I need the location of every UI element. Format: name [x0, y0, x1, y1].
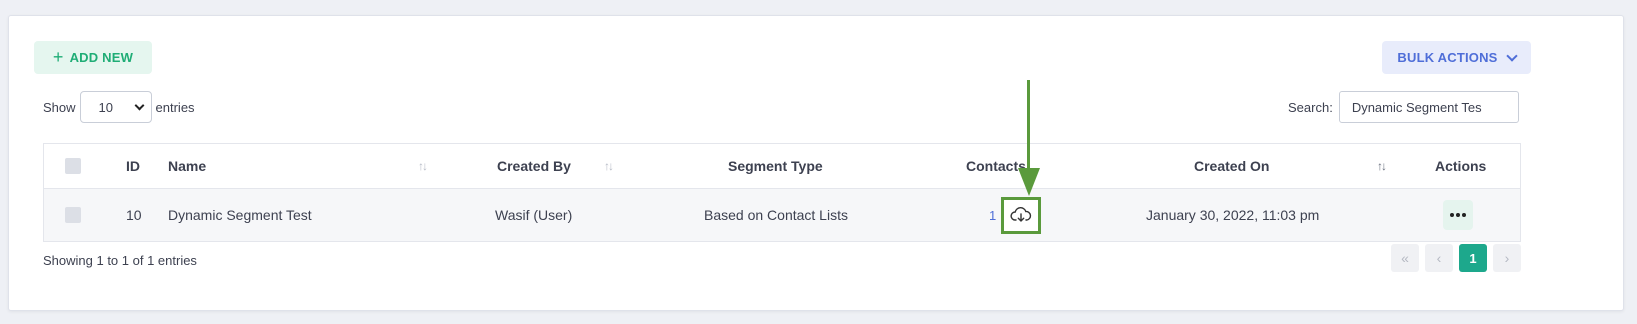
add-new-label: ADD NEW	[69, 50, 134, 65]
table-info: Showing 1 to 1 of 1 entries	[43, 253, 197, 268]
page-button-current[interactable]: 1	[1459, 244, 1487, 272]
row-checkbox[interactable]	[65, 207, 81, 223]
column-header-contacts: Contacts	[966, 158, 1026, 174]
entries-select[interactable]: 10	[79, 91, 152, 123]
column-header-created-on[interactable]: Created On	[1194, 158, 1269, 174]
cell-created-on: January 30, 2022, 11:03 pm	[1146, 207, 1320, 223]
sort-icon[interactable]: ↑↓	[418, 159, 428, 173]
column-header-actions: Actions	[1435, 158, 1487, 174]
plus-icon: +	[52, 46, 64, 67]
show-label: Show	[43, 99, 76, 115]
entries-label: entries	[155, 99, 195, 115]
cell-created-by: Wasif (User)	[495, 207, 573, 223]
entries-select-value: 10	[98, 99, 113, 115]
next-page-button[interactable]: ›	[1493, 244, 1521, 272]
column-header-created-by[interactable]: Created By	[497, 158, 571, 174]
sort-icon[interactable]: ↑↓	[1377, 159, 1387, 173]
segments-card: + ADD NEW BULK ACTIONS Show 10 entries S…	[8, 15, 1624, 311]
entries-length-control: Show 10 entries	[43, 91, 195, 123]
search-control: Search:	[1288, 91, 1519, 123]
pagination: « ‹ 1 ›	[1391, 244, 1521, 272]
bulk-actions-label: BULK ACTIONS	[1397, 50, 1498, 65]
cell-name[interactable]: Dynamic Segment Test	[168, 207, 312, 223]
bulk-actions-button[interactable]: BULK ACTIONS	[1382, 41, 1531, 74]
search-input[interactable]	[1338, 91, 1519, 123]
ellipsis-icon	[1450, 213, 1454, 217]
download-contacts-button[interactable]	[1001, 196, 1041, 234]
table-header: ID Name ↑↓ Created By ↑↓ Segment Type Co…	[44, 144, 1520, 189]
table-row: 10 Dynamic Segment Test Wasif (User) Bas…	[44, 189, 1520, 241]
cell-id: 10	[126, 207, 142, 223]
search-label: Search:	[1288, 99, 1333, 115]
cloud-download-icon	[1010, 207, 1032, 222]
select-caret-icon	[134, 100, 144, 110]
cell-segment-type: Based on Contact Lists	[704, 207, 848, 223]
chevron-down-icon	[1505, 49, 1518, 62]
add-new-button[interactable]: + ADD NEW	[34, 41, 152, 74]
select-all-checkbox[interactable]	[65, 158, 81, 174]
first-page-button[interactable]: «	[1391, 244, 1419, 272]
column-header-id[interactable]: ID	[126, 158, 140, 174]
column-header-name[interactable]: Name	[168, 158, 206, 174]
segments-table: ID Name ↑↓ Created By ↑↓ Segment Type Co…	[43, 143, 1521, 242]
cell-contacts-count[interactable]: 1	[989, 208, 996, 223]
row-actions-button[interactable]	[1443, 200, 1473, 230]
prev-page-button[interactable]: ‹	[1425, 244, 1453, 272]
sort-icon[interactable]: ↑↓	[604, 159, 614, 173]
column-header-segment-type: Segment Type	[728, 158, 823, 174]
